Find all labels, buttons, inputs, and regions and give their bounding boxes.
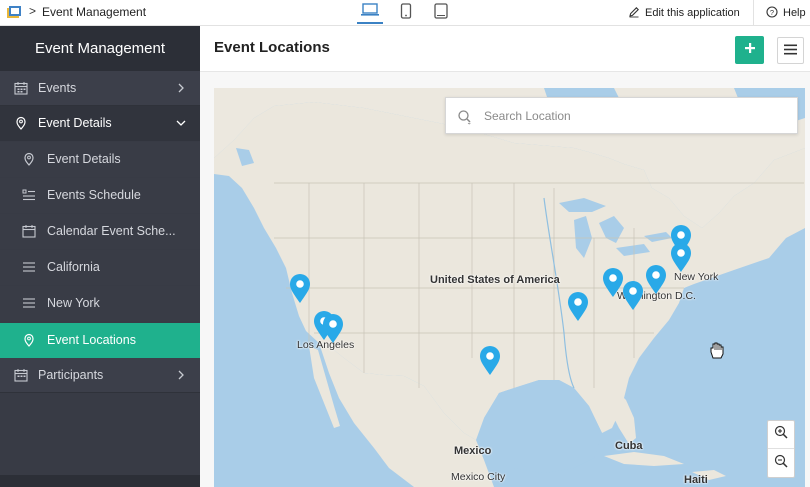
zoom-out-button[interactable] <box>768 449 794 477</box>
sidebar-item-label: Events <box>38 81 77 95</box>
sidebar-item-label: New York <box>47 296 100 310</box>
help-circle-icon: ? <box>766 5 778 21</box>
zoom-in-button[interactable] <box>768 421 794 449</box>
map-pin[interactable] <box>670 243 692 273</box>
search-location-input[interactable] <box>484 104 784 128</box>
page-title: Event Locations <box>214 39 330 56</box>
app-name[interactable]: Event Management <box>42 5 146 19</box>
pencil-icon <box>628 6 640 21</box>
zoom-controls <box>767 420 795 478</box>
location-pin-icon <box>323 314 343 343</box>
calendar-icon <box>14 368 28 382</box>
map-pin[interactable] <box>479 346 501 376</box>
plus-icon <box>744 41 756 59</box>
topbar-divider <box>753 0 754 26</box>
list-icon <box>22 188 36 202</box>
location-pin-icon <box>671 243 691 272</box>
location-pin-icon <box>568 292 588 321</box>
map-label-cuba: Cuba <box>615 440 643 452</box>
calendar-icon <box>14 81 28 95</box>
location-search[interactable] <box>445 97 798 134</box>
sidebar-item-label: Event Locations <box>47 333 136 347</box>
search-icon <box>457 109 473 125</box>
phone-view-button[interactable] <box>393 2 419 24</box>
sidebar-item-events-schedule[interactable]: Events Schedule <box>0 178 200 213</box>
tablet-icon <box>434 2 448 24</box>
map-pin[interactable] <box>322 314 344 344</box>
sidebar-item-calendar-event-schedule[interactable]: Calendar Event Sche... <box>0 214 200 249</box>
map-label-mexico: Mexico <box>454 445 492 457</box>
zoom-out-icon <box>774 454 788 473</box>
location-pin-icon <box>646 265 666 294</box>
app-logo-icon[interactable] <box>6 5 22 19</box>
location-icon <box>14 116 28 130</box>
map-label-usa: United States of America <box>430 274 560 286</box>
sidebar-item-event-details-report[interactable]: Event Details <box>0 142 200 177</box>
location-pin-icon <box>623 281 643 310</box>
location-icon <box>22 333 36 347</box>
sidebar: Event Management Events Event Details Ev… <box>0 26 200 487</box>
edit-application-label: Edit this application <box>645 7 740 19</box>
help-link[interactable]: ? Help <box>766 4 806 22</box>
top-bar: > Event Management Edit this application… <box>0 0 810 26</box>
sidebar-item-label: Event Details <box>38 116 112 130</box>
tablet-view-button[interactable] <box>428 2 454 24</box>
sidebar-item-participants[interactable]: Participants <box>0 358 200 393</box>
sidebar-item-new-york[interactable]: New York <box>0 286 200 321</box>
list-icon <box>22 296 36 310</box>
hamburger-icon <box>784 42 797 60</box>
map-label-haiti: Haiti <box>684 474 708 486</box>
map-pin[interactable] <box>289 274 311 304</box>
sidebar-item-event-details[interactable]: Event Details <box>0 106 200 141</box>
map-pin[interactable] <box>567 292 589 322</box>
help-label: Help <box>783 7 806 19</box>
page-header: Event Locations <box>200 26 810 72</box>
hand-cursor-icon <box>708 340 726 360</box>
more-menu-button[interactable] <box>777 37 804 64</box>
sidebar-item-california[interactable]: California <box>0 250 200 285</box>
location-pin-icon <box>603 268 623 297</box>
sidebar-item-label: Calendar Event Sche... <box>47 224 176 238</box>
map-view[interactable]: United States of America New York Washin… <box>214 88 805 487</box>
chevron-down-icon <box>174 116 188 130</box>
svg-text:?: ? <box>770 7 774 16</box>
sidebar-item-label: Events Schedule <box>47 188 141 202</box>
phone-icon <box>400 2 412 24</box>
chevron-right-icon <box>174 81 188 95</box>
chevron-right-icon <box>174 368 188 382</box>
map-pin[interactable] <box>645 265 667 295</box>
map-pin[interactable] <box>622 281 644 311</box>
desktop-view-button[interactable] <box>357 2 383 24</box>
laptop-icon <box>360 2 380 22</box>
map-pin[interactable] <box>602 268 624 298</box>
sidebar-item-label: Participants <box>38 368 104 382</box>
breadcrumb-separator: > <box>29 4 37 18</box>
sidebar-item-events[interactable]: Events <box>0 71 200 106</box>
calendar-icon <box>22 224 36 238</box>
sidebar-item-label: California <box>47 260 100 274</box>
list-icon <box>22 260 36 274</box>
location-icon <box>22 152 36 166</box>
map-label-mexico-city: Mexico City <box>451 471 506 483</box>
sidebar-title: Event Management <box>0 26 200 71</box>
add-record-button[interactable] <box>735 36 764 64</box>
location-pin-icon <box>480 346 500 375</box>
zoom-in-icon <box>774 425 788 444</box>
sidebar-item-event-locations[interactable]: Event Locations <box>0 323 200 358</box>
location-pin-icon <box>290 274 310 303</box>
edit-application-link[interactable]: Edit this application <box>628 4 740 22</box>
sidebar-footer <box>0 475 200 487</box>
sidebar-item-label: Event Details <box>47 152 121 166</box>
